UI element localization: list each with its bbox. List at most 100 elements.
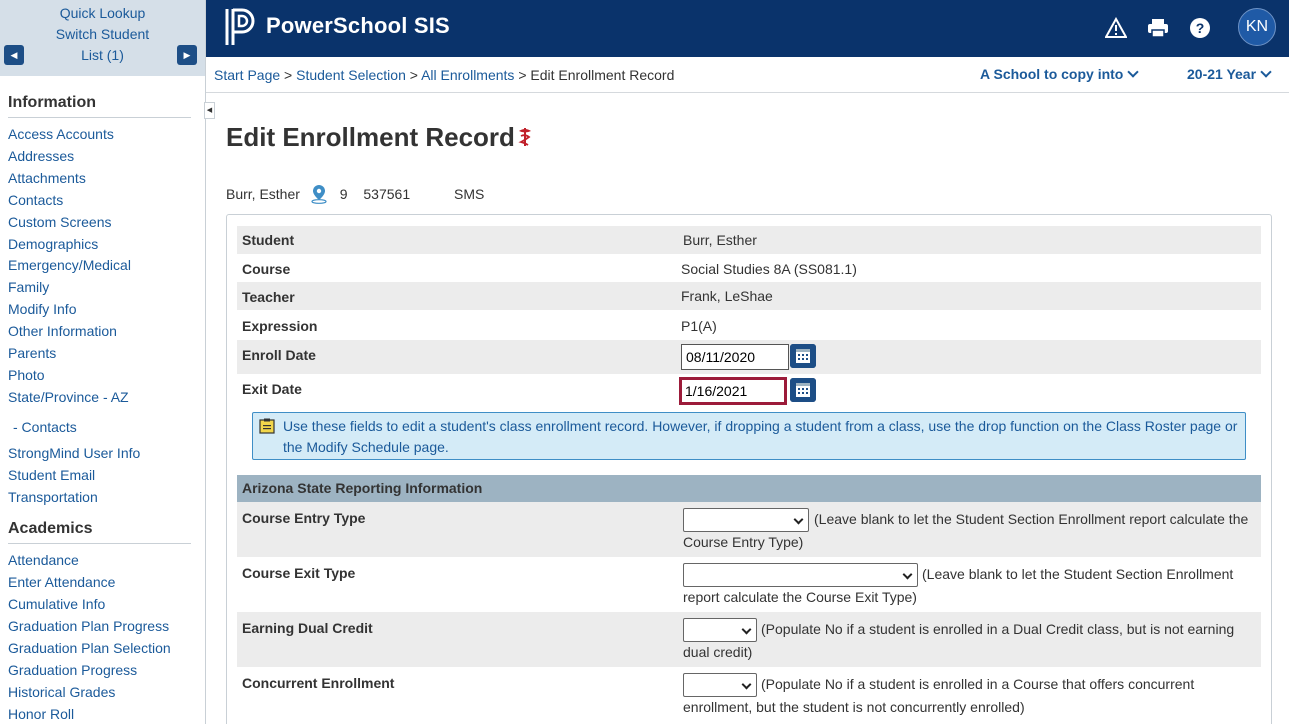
previous-student-button[interactable]: ◀: [4, 45, 24, 65]
left-sidebar: Quick Lookup Switch Student List (1) ◀ ▶…: [0, 0, 206, 724]
calendar-icon[interactable]: [790, 378, 816, 402]
term-selector[interactable]: 20-21 Year: [1187, 66, 1272, 82]
sidebar-item-parents[interactable]: Parents: [0, 343, 205, 365]
sidebar-item-modify-info[interactable]: Modify Info: [0, 299, 205, 321]
sidebar-item-emergency-medical[interactable]: Emergency/Medical: [0, 255, 205, 277]
student-school: SMS: [454, 186, 485, 202]
chevron-down-icon: [1260, 66, 1272, 78]
dual-credit-label: Earning Dual Credit: [242, 620, 373, 636]
course-exit-note: (Leave blank to let the Student Section …: [683, 566, 1234, 605]
student-list-link[interactable]: List (1): [0, 45, 205, 66]
sidebar-item-state-province-az[interactable]: State/Province - AZ: [0, 387, 205, 409]
collapse-sidebar-button[interactable]: ◀: [204, 102, 215, 119]
student-grade: 9: [339, 186, 348, 202]
student-row: Student Burr, Esther: [237, 226, 1261, 254]
top-header: PowerSchool SIS ? KN: [206, 0, 1289, 57]
school-selector-label: A School to copy into: [980, 66, 1124, 82]
app-title: PowerSchool SIS: [266, 13, 450, 38]
sidebar-item-historical-grades[interactable]: Historical Grades: [0, 682, 205, 704]
state-reporting-section-header: Arizona State Reporting Information: [237, 475, 1261, 502]
sidebar-item-contacts[interactable]: Contacts: [0, 190, 205, 212]
medical-alert-icon[interactable]: [516, 126, 534, 148]
breadcrumb-start-page[interactable]: Start Page: [214, 67, 280, 83]
enroll-date-label: Enroll Date: [242, 347, 316, 363]
breadcrumb-current: Edit Enrollment Record: [530, 67, 675, 83]
academics-heading: Academics: [8, 520, 93, 538]
information-links: Access Accounts Addresses Attachments Conta…: [0, 124, 205, 508]
teacher-value: Frank, LeShae: [681, 288, 773, 304]
sidebar-item-enter-attendance[interactable]: Enter Attendance: [0, 572, 205, 594]
expression-value: P1(A): [681, 318, 717, 334]
section-divider: [8, 543, 191, 545]
sidebar-item-honor-roll[interactable]: Honor Roll: [0, 704, 205, 724]
map-pin-icon[interactable]: [310, 184, 328, 204]
dual-credit-note: (Populate No if a student is enrolled in…: [683, 621, 1235, 660]
switch-student-link[interactable]: Switch Student: [0, 24, 205, 45]
state-reporting-heading: Arizona State Reporting Information: [242, 480, 483, 496]
section-divider: [8, 117, 191, 118]
sidebar-item-student-email[interactable]: Student Email: [0, 465, 205, 487]
breadcrumb-all-enrollments[interactable]: All Enrollments: [421, 67, 514, 83]
sidebar-item-photo[interactable]: Photo: [0, 365, 205, 387]
academics-links: Attendance Enter Attendance Cumulative Inf…: [0, 550, 205, 724]
exit-date-input[interactable]: [679, 377, 787, 405]
print-icon[interactable]: [1147, 17, 1169, 39]
student-number: 537561: [363, 186, 411, 202]
next-student-button[interactable]: ▶: [177, 45, 197, 65]
sidebar-item-demographics[interactable]: Demographics: [0, 234, 205, 256]
calendar-icon[interactable]: [790, 344, 816, 368]
enroll-date-input[interactable]: [681, 344, 789, 370]
sidebar-item-strongmind-user-info[interactable]: StrongMind User Info: [0, 443, 205, 465]
breadcrumb: Start Page > Student Selection > All Enr…: [214, 67, 674, 83]
teacher-label: Teacher: [242, 289, 295, 305]
info-message-text: Use these fields to edit a student's cla…: [283, 418, 1238, 455]
sidebar-item-attachments[interactable]: Attachments: [0, 168, 205, 190]
alert-icon[interactable]: [1105, 17, 1127, 39]
user-avatar[interactable]: KN: [1238, 8, 1276, 46]
information-heading: Information: [8, 94, 96, 111]
sidebar-item-contacts[interactable]: - Contacts: [0, 417, 205, 439]
expression-label: Expression: [242, 318, 318, 334]
student-quick-nav: Quick Lookup Switch Student List (1) ◀ ▶: [0, 0, 205, 76]
note-icon: [259, 418, 275, 434]
teacher-row: Teacher Frank, LeShae: [237, 282, 1261, 310]
concurrent-enrollment-note: (Populate No if a student is enrolled in…: [683, 676, 1195, 715]
sidebar-item-graduation-progress[interactable]: Graduation Progress: [0, 660, 205, 682]
breadcrumb-bar: Start Page > Student Selection > All Enr…: [206, 57, 1289, 93]
concurrent-enrollment-label: Concurrent Enrollment: [242, 675, 395, 691]
quick-lookup-link[interactable]: Quick Lookup: [0, 3, 205, 24]
sidebar-item-cumulative-info[interactable]: Cumulative Info: [0, 594, 205, 616]
expression-row: Expression P1(A): [237, 310, 1261, 340]
chevron-down-icon: [1127, 66, 1140, 78]
student-name: Burr, Esther: [226, 186, 300, 202]
breadcrumb-separator: >: [280, 67, 297, 83]
sidebar-item-attendance[interactable]: Attendance: [0, 550, 205, 572]
sidebar-item-access-accounts[interactable]: Access Accounts: [0, 124, 205, 146]
sidebar-item-family[interactable]: Family: [0, 277, 205, 299]
sidebar-item-graduation-plan-selection[interactable]: Graduation Plan Selection: [0, 638, 205, 660]
sidebar-item-addresses[interactable]: Addresses: [0, 146, 205, 168]
term-selector-label: 20-21 Year: [1187, 66, 1257, 82]
course-exit-label: Course Exit Type: [242, 565, 356, 581]
sidebar-item-custom-screens[interactable]: Custom Screens: [0, 212, 205, 234]
breadcrumb-separator: >: [405, 67, 422, 83]
sidebar-item-graduation-plan-progress[interactable]: Graduation Plan Progress: [0, 616, 205, 638]
help-icon[interactable]: ?: [1189, 17, 1211, 39]
info-message-box: Use these fields to edit a student's cla…: [252, 412, 1246, 460]
school-selector[interactable]: A School to copy into: [980, 66, 1140, 82]
svg-text:?: ?: [1196, 20, 1205, 36]
course-value: Social Studies 8A (SS081.1): [681, 261, 857, 277]
course-entry-label: Course Entry Type: [242, 510, 366, 526]
student-label: Student: [242, 232, 295, 248]
course-row: Course Social Studies 8A (SS081.1): [237, 254, 1261, 282]
page-title: Edit Enrollment Record: [226, 122, 515, 152]
sidebar-item-transportation[interactable]: Transportation: [0, 487, 205, 509]
exit-date-label: Exit Date: [242, 381, 302, 397]
breadcrumb-student-selection[interactable]: Student Selection: [296, 67, 406, 83]
course-entry-note: (Leave blank to let the Student Section …: [683, 511, 1249, 550]
breadcrumb-separator: >: [514, 67, 531, 83]
student-summary: Burr, Esther 9 537561 SMS: [226, 184, 484, 204]
sidebar-item-other-information[interactable]: Other Information: [0, 321, 205, 343]
course-label: Course: [242, 261, 291, 277]
powerschool-logo-icon[interactable]: [224, 7, 258, 47]
